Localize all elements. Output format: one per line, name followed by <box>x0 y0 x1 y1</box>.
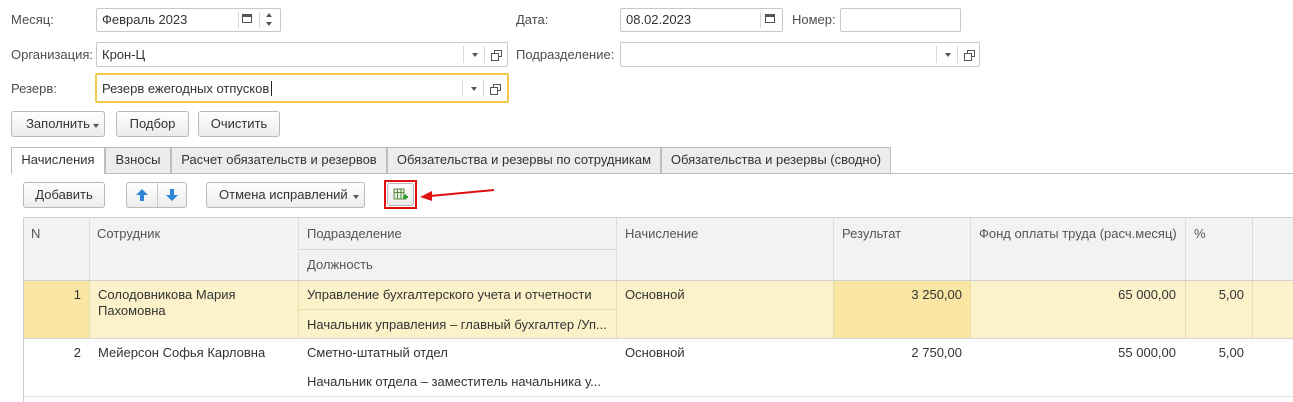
tab-contributions[interactable]: Взносы <box>105 147 171 173</box>
calendar-icon[interactable] <box>765 14 775 23</box>
red-arrow-annotation <box>420 189 495 201</box>
row-position: Начальник отдела – заместитель начальник… <box>307 374 601 389</box>
tab-accruals[interactable]: Начисления <box>11 147 105 174</box>
number-input[interactable] <box>840 8 961 32</box>
tab-label: Обязательства и резервы (сводно) <box>670 152 882 167</box>
col-position[interactable]: Должность <box>307 257 373 272</box>
col-accrual[interactable]: Начисление <box>625 226 698 241</box>
org-value: Крон-Ц <box>102 47 146 62</box>
cancel-corrections-button[interactable]: Отмена исправлений <box>206 182 365 208</box>
dropdown-arrow-icon <box>93 124 99 128</box>
move-down-button[interactable] <box>157 183 187 207</box>
org-field[interactable]: Крон-Ц <box>96 42 508 67</box>
month-value: Февраль 2023 <box>102 12 188 27</box>
table-add-icon <box>393 188 408 200</box>
row-percent: 5,00 <box>1218 287 1244 302</box>
tab-label: Начисления <box>21 152 95 167</box>
open-icon[interactable] <box>490 84 501 95</box>
open-icon[interactable] <box>964 50 975 61</box>
month-label: Месяц: <box>11 12 54 27</box>
add-button[interactable]: Добавить <box>23 182 105 208</box>
row-fund: 65 000,00 <box>1118 287 1176 302</box>
tab-obligations-by-employee[interactable]: Обязательства и резервы по сотрудникам <box>387 147 661 173</box>
fill-button-label: Заполнить <box>26 116 90 131</box>
tab-label: Взносы <box>115 152 161 167</box>
row-position: Начальник управления – главный бухгалтер… <box>307 317 607 332</box>
row-fund: 55 000,00 <box>1118 345 1176 360</box>
row-accrual: Основной <box>625 287 685 302</box>
move-up-button[interactable] <box>127 183 158 207</box>
spin-down-icon[interactable] <box>266 22 272 26</box>
pick-button-label: Подбор <box>129 116 176 131</box>
arrow-down-icon <box>166 189 178 201</box>
tab-label: Расчет обязательств и резервов <box>181 152 377 167</box>
row-department: Сметно-штатный отдел <box>307 345 448 360</box>
add-table-column-button[interactable] <box>387 183 414 206</box>
date-label: Дата: <box>516 12 549 27</box>
cancel-corrections-label: Отмена исправлений <box>219 187 348 202</box>
pick-button[interactable]: Подбор <box>116 111 189 137</box>
col-department[interactable]: Подразделение <box>307 226 402 241</box>
dropdown-arrow-icon[interactable] <box>471 87 477 91</box>
dropdown-arrow-icon <box>353 195 359 199</box>
reserve-label: Резерв: <box>11 81 57 96</box>
dept-field[interactable] <box>620 42 980 67</box>
col-percent[interactable]: % <box>1194 226 1206 241</box>
col-fund[interactable]: Фонд оплаты труда (расч.месяц) <box>979 226 1177 241</box>
dept-label: Подразделение: <box>516 47 615 62</box>
arrow-up-icon <box>136 189 148 201</box>
text-cursor <box>271 81 272 96</box>
reserve-field[interactable]: Резерв ежегодных отпусков <box>95 73 509 103</box>
spin-up-icon[interactable] <box>266 13 272 17</box>
tab-label: Обязательства и резервы по сотрудникам <box>396 152 652 167</box>
org-label: Организация: <box>11 47 94 62</box>
calendar-icon[interactable] <box>242 14 252 23</box>
date-field[interactable]: 08.02.2023 <box>620 8 783 32</box>
row-accrual: Основной <box>625 345 685 360</box>
month-field[interactable]: Февраль 2023 <box>96 8 281 32</box>
row-percent: 5,00 <box>1218 345 1244 360</box>
clear-button-label: Очистить <box>210 116 268 131</box>
row-employee: Солодовникова Мария Пахомовна <box>98 287 236 318</box>
col-result[interactable]: Результат <box>842 226 901 241</box>
number-label: Номер: <box>792 12 836 27</box>
fill-button[interactable]: Заполнить <box>11 111 105 137</box>
col-employee[interactable]: Сотрудник <box>97 226 160 241</box>
row-employee: Мейерсон Софья Карловна <box>98 345 266 360</box>
clear-button[interactable]: Очистить <box>198 111 280 137</box>
tab-obligations-calc[interactable]: Расчет обязательств и резервов <box>171 147 387 173</box>
row-n: 1 <box>73 287 81 302</box>
col-n[interactable]: N <box>31 226 40 241</box>
dropdown-arrow-icon[interactable] <box>945 53 951 57</box>
row-department: Управление бухгалтерского учета и отчетн… <box>307 287 592 302</box>
add-button-label: Добавить <box>35 187 93 202</box>
open-icon[interactable] <box>491 50 502 61</box>
dropdown-arrow-icon[interactable] <box>472 53 478 57</box>
row-n: 2 <box>73 345 81 360</box>
row-result: 3 250,00 <box>911 287 962 302</box>
tab-obligations-summary[interactable]: Обязательства и резервы (сводно) <box>661 147 891 173</box>
date-value: 08.02.2023 <box>626 12 692 27</box>
reserve-value: Резерв ежегодных отпусков <box>102 81 270 96</box>
row-result: 2 750,00 <box>911 345 962 360</box>
move-buttons-group <box>126 182 187 208</box>
tabs-baseline <box>11 173 1293 174</box>
